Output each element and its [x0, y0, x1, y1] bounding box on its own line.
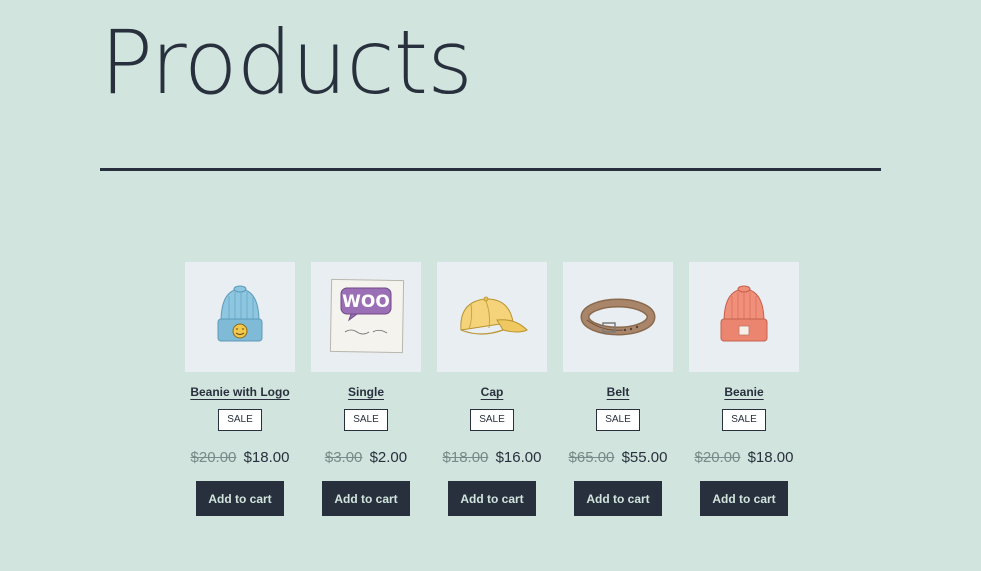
regular-price: $3.00 — [324, 449, 363, 466]
sale-badge: SALE — [722, 409, 766, 431]
beanie-logo-image — [217, 285, 263, 342]
woo-single-image: WOO — [329, 278, 405, 354]
add-to-cart-button[interactable]: Add to cart — [574, 481, 662, 516]
regular-price: $20.00 — [694, 449, 741, 466]
product-price: $3.00 $2.00 — [325, 448, 407, 468]
sale-price: $2.00 — [369, 449, 408, 466]
cap-image — [460, 296, 528, 335]
product-grid: Beanie with Logo SALE $20.00 $18.00 Add … — [185, 262, 799, 516]
sale-badge: SALE — [344, 409, 388, 431]
sale-badge: SALE — [218, 409, 262, 431]
product-card: Beanie with Logo SALE $20.00 $18.00 Add … — [185, 262, 295, 516]
belt-image — [580, 298, 656, 336]
product-image-link[interactable] — [437, 262, 547, 372]
regular-price: $18.00 — [442, 449, 489, 466]
page-title: Products — [100, 11, 473, 114]
sale-price: $18.00 — [243, 449, 290, 466]
add-to-cart-button[interactable]: Add to cart — [448, 481, 536, 516]
product-card: Belt SALE $65.00 $55.00 Add to cart — [563, 262, 673, 516]
product-image-link[interactable] — [185, 262, 295, 372]
sale-price: $55.00 — [621, 449, 668, 466]
product-image-link[interactable] — [563, 262, 673, 372]
product-image-link[interactable] — [689, 262, 799, 372]
product-price: $18.00 $16.00 — [443, 448, 542, 468]
product-name-link[interactable]: Single — [348, 384, 384, 400]
page: Products Beanie with Logo SALE $20.00 $1… — [0, 0, 981, 571]
product-price: $65.00 $55.00 — [569, 448, 668, 468]
sale-badge: SALE — [596, 409, 640, 431]
product-card: WOO Single SALE $3.00 $2.00 Add to cart — [311, 262, 421, 516]
product-name-link[interactable]: Cap — [481, 384, 504, 400]
add-to-cart-button[interactable]: Add to cart — [322, 481, 410, 516]
sale-badge: SALE — [470, 409, 514, 431]
regular-price: $65.00 — [568, 449, 615, 466]
woo-logo-text: WOO — [342, 292, 390, 312]
product-price: $20.00 $18.00 — [191, 448, 290, 468]
sale-price: $16.00 — [495, 449, 542, 466]
beanie-image — [720, 285, 768, 342]
add-to-cart-button[interactable]: Add to cart — [196, 481, 284, 516]
title-divider — [100, 168, 881, 171]
regular-price: $20.00 — [190, 449, 237, 466]
product-card: Beanie SALE $20.00 $18.00 Add to cart — [689, 262, 799, 516]
product-name-link[interactable]: Beanie with Logo — [190, 384, 289, 400]
product-name-link[interactable]: Beanie — [724, 384, 763, 400]
add-to-cart-button[interactable]: Add to cart — [700, 481, 788, 516]
product-price: $20.00 $18.00 — [695, 448, 794, 468]
product-name-link[interactable]: Belt — [607, 384, 630, 400]
sale-price: $18.00 — [747, 449, 794, 466]
product-card: Cap SALE $18.00 $16.00 Add to cart — [437, 262, 547, 516]
product-image-link[interactable]: WOO — [311, 262, 421, 372]
